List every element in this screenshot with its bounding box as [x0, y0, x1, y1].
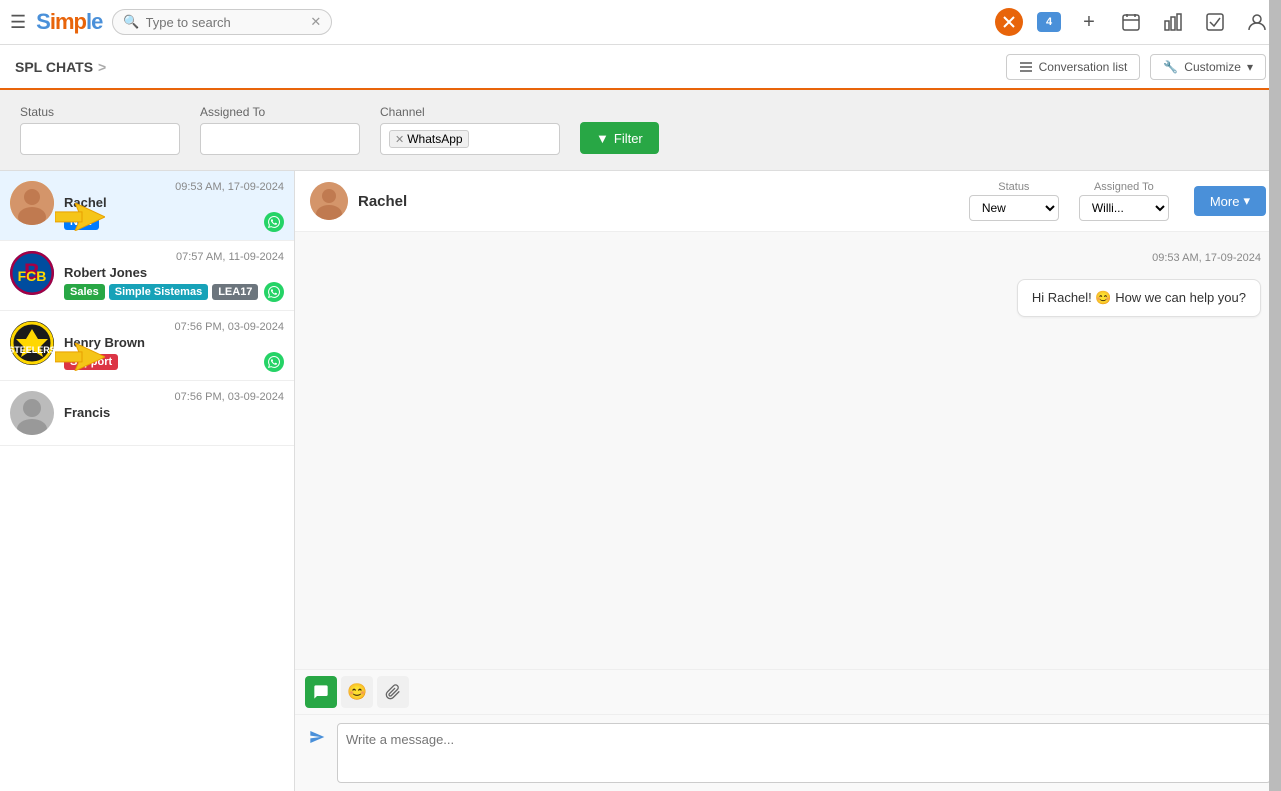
status-filter-input[interactable] — [20, 123, 180, 155]
nav-icon-check[interactable] — [1201, 8, 1229, 36]
tag-lea: LEA17 — [212, 284, 258, 300]
chat-item-rachel[interactable]: 09:53 AM, 17-09-2024 Rachel New — [0, 171, 294, 241]
chat-tags-robert: Sales Simple Sistemas LEA17 — [64, 284, 284, 300]
chat-info-robert: 07:57 AM, 11-09-2024 Robert Jones Sales … — [64, 251, 284, 300]
emoji-button[interactable]: 😊 — [341, 676, 373, 708]
message-textarea[interactable] — [337, 723, 1271, 783]
message-input-row — [295, 715, 1281, 791]
chevron-down-icon: ▾ — [1247, 60, 1253, 74]
message-bubble: Hi Rachel! 😊 How we can help you? — [1017, 279, 1261, 317]
search-clear-icon[interactable]: ✕ — [310, 14, 321, 30]
chat-mode-button[interactable] — [305, 676, 337, 708]
nav-icon-chart[interactable] — [1159, 8, 1187, 36]
chat-name-robert: Robert Jones — [64, 265, 284, 280]
chat-info-francis: 07:56 PM, 03-09-2024 Francis — [64, 391, 284, 424]
avatar-francis — [10, 391, 54, 435]
channel-filter-group: Channel ✕ WhatsApp — [380, 105, 560, 155]
tag-sales: Sales — [64, 284, 105, 300]
customize-label: Customize — [1184, 60, 1241, 74]
messages-area: 09:53 AM, 17-09-2024 Hi Rachel! 😊 How we… — [295, 232, 1281, 669]
conv-avatar — [310, 182, 348, 220]
main-area: Status Assigned To Channel ✕ WhatsApp ▼ … — [0, 90, 1281, 791]
avatar-robert: B FCB — [10, 251, 54, 295]
conversation-panel: Rachel Status New Open Closed Assigned T… — [295, 171, 1281, 791]
app-logo: Simple — [36, 9, 102, 35]
message-input-area: 😊 — [295, 669, 1281, 791]
assigned-to-filter-group: Assigned To — [200, 105, 360, 155]
channel-tag-remove[interactable]: ✕ — [395, 133, 404, 146]
wrench-icon: 🔧 — [1163, 60, 1178, 74]
more-button-label: More — [1210, 194, 1240, 209]
whatsapp-icon-rachel — [264, 212, 284, 232]
channel-filter-label: Channel — [380, 105, 560, 119]
conv-assigned-select[interactable]: Willi... — [1079, 195, 1169, 221]
conv-status-group: Status New Open Closed — [969, 181, 1059, 221]
conv-contact-name: Rachel — [358, 193, 407, 210]
chat-timestamp-rachel: 09:53 AM, 17-09-2024 — [64, 181, 284, 193]
chat-timestamp-henry: 07:56 PM, 03-09-2024 — [64, 321, 284, 333]
nav-icon-x[interactable] — [995, 8, 1023, 36]
page-scrollbar[interactable] — [1269, 0, 1281, 791]
chat-item-francis[interactable]: 07:56 PM, 03-09-2024 Francis — [0, 381, 294, 446]
avatar-henry: STEELERS — [10, 321, 54, 365]
nav-icon-user[interactable] — [1243, 8, 1271, 36]
input-toolbar: 😊 — [295, 670, 1281, 715]
search-input[interactable] — [146, 15, 296, 30]
hamburger-menu[interactable]: ☰ — [10, 12, 26, 33]
nav-icon-badge[interactable]: 4 — [1037, 12, 1061, 32]
channel-tag: ✕ WhatsApp — [389, 130, 469, 148]
conv-status-select[interactable]: New Open Closed — [969, 195, 1059, 221]
search-icon: 🔍 — [123, 14, 139, 30]
more-button[interactable]: More ▾ — [1194, 186, 1266, 216]
svg-text:FCB: FCB — [18, 268, 47, 284]
assigned-to-filter-label: Assigned To — [200, 105, 360, 119]
send-button[interactable] — [305, 725, 329, 754]
avatar-rachel — [10, 181, 54, 225]
channel-tag-value: WhatsApp — [407, 132, 462, 146]
attach-button[interactable] — [377, 676, 409, 708]
assigned-to-filter-input[interactable] — [200, 123, 360, 155]
top-navigation: ☰ Simple 🔍 ✕ 4 + — [0, 0, 1281, 45]
filter-button[interactable]: ▼ Filter — [580, 122, 659, 154]
conversation-list-button[interactable]: Conversation list — [1006, 54, 1141, 80]
chat-timestamp-francis: 07:56 PM, 03-09-2024 — [64, 391, 284, 403]
chat-item-robert[interactable]: B FCB 07:57 AM, 11-09-2024 Robert Jones … — [0, 241, 294, 311]
status-filter-group: Status — [20, 105, 180, 155]
status-filter-label: Status — [20, 105, 180, 119]
page-title: SPL CHATS > — [15, 59, 106, 75]
nav-icons: 4 + — [995, 8, 1271, 36]
chat-timestamp-robert: 07:57 AM, 11-09-2024 — [64, 251, 284, 263]
chat-name-francis: Francis — [64, 405, 284, 420]
filter-button-label: Filter — [614, 131, 643, 146]
conv-status-label: Status — [998, 181, 1029, 193]
svg-text:STEELERS: STEELERS — [10, 345, 54, 355]
chat-item-henry[interactable]: STEELERS 07:56 PM, 03-09-2024 Henry Brow… — [0, 311, 294, 381]
chat-area: 09:53 AM, 17-09-2024 Rachel New — [0, 171, 1281, 791]
arrow-indicator-henry — [55, 342, 105, 373]
conversation-list-label: Conversation list — [1039, 60, 1128, 74]
whatsapp-icon-henry — [264, 352, 284, 372]
whatsapp-icon-robert — [264, 282, 284, 302]
nav-icon-plus[interactable]: + — [1075, 8, 1103, 36]
customize-button[interactable]: 🔧 Customize ▾ — [1150, 54, 1266, 80]
channel-filter-input[interactable]: ✕ WhatsApp — [380, 123, 560, 155]
more-chevron-icon: ▾ — [1243, 193, 1250, 209]
tag-sistema: Simple Sistemas — [109, 284, 208, 300]
conversation-header: Rachel Status New Open Closed Assigned T… — [295, 171, 1281, 232]
filter-funnel-icon: ▼ — [596, 131, 609, 146]
message-timestamp: 09:53 AM, 17-09-2024 — [315, 252, 1261, 264]
conv-assigned-label: Assigned To — [1094, 181, 1154, 193]
nav-icon-calendar[interactable] — [1117, 8, 1145, 36]
chat-list[interactable]: 09:53 AM, 17-09-2024 Rachel New — [0, 171, 295, 791]
search-bar: 🔍 ✕ — [112, 9, 332, 35]
filter-bar: Status Assigned To Channel ✕ WhatsApp ▼ … — [0, 90, 1281, 171]
sub-navigation: SPL CHATS > Conversation list 🔧 Customiz… — [0, 45, 1281, 90]
conv-assigned-group: Assigned To Willi... — [1079, 181, 1169, 221]
arrow-indicator-rachel — [55, 202, 105, 233]
